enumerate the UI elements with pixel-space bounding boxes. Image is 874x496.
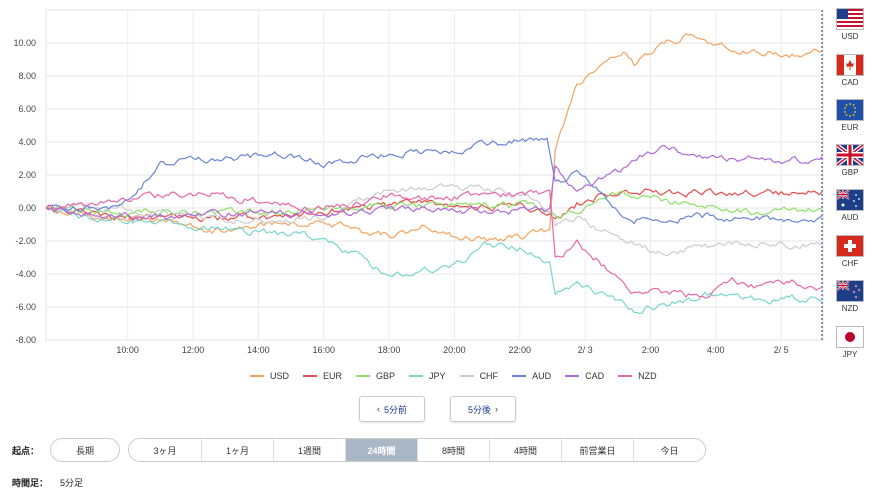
flag-code: USD: [841, 32, 859, 41]
flag-gbp-button[interactable]: GBP: [834, 144, 866, 177]
flag-nzd-button[interactable]: NZD: [834, 280, 866, 313]
legend-item-jpy[interactable]: JPY: [409, 369, 446, 383]
start-point-option[interactable]: 1週間: [273, 439, 345, 461]
legend-swatch: [250, 375, 264, 377]
flag-code: CAD: [841, 78, 859, 87]
legend-label: CHF: [479, 371, 499, 381]
legend-swatch: [512, 375, 527, 377]
flag-chf-button[interactable]: CHF: [834, 235, 866, 268]
start-point-option[interactable]: 24時間: [345, 439, 417, 461]
x-tick-label: 22:00: [509, 345, 532, 355]
y-tick-label: 10.00: [13, 38, 36, 48]
legend-item-gbp[interactable]: GBP: [356, 369, 395, 383]
legend-swatch: [356, 375, 371, 377]
legend-swatch: [409, 375, 424, 377]
start-point-option[interactable]: 4時間: [489, 439, 561, 461]
flag-jpy-button[interactable]: JPY: [834, 326, 866, 359]
prev-5min-label: 5分前: [383, 404, 407, 415]
flag-code: AUD: [841, 213, 859, 222]
x-tick-label: 2/ 5: [774, 345, 789, 355]
legend-swatch: [459, 375, 474, 377]
start-point-option[interactable]: 前営業日: [561, 439, 633, 461]
jpy-flag-icon: [836, 326, 864, 348]
flag-code: GBP: [841, 168, 859, 177]
legend-item-cad[interactable]: CAD: [565, 369, 604, 383]
legend-label: AUD: [532, 371, 552, 381]
flag-eur-button[interactable]: EUR: [834, 99, 866, 132]
y-tick-label: 4.00: [18, 137, 36, 147]
x-tick-label: 20:00: [443, 345, 466, 355]
aud-flag-icon: [836, 189, 864, 211]
legend-swatch: [618, 375, 633, 377]
eur-flag-icon: [836, 99, 864, 121]
y-tick-label: -8.00: [15, 335, 36, 345]
y-tick-label: -2.00: [15, 236, 36, 246]
y-axis-ticks: 10.00 8.00 6.00 4.00 2.00 0.00 -2.00 -4.00 -6.00…: [13, 38, 36, 345]
flag-usd-button[interactable]: USD: [834, 8, 866, 41]
nzd-flag-icon: [836, 280, 864, 302]
y-tick-label: 2.00: [18, 170, 36, 180]
legend-label: GBP: [376, 371, 396, 381]
legend-item-chf[interactable]: CHF: [459, 369, 499, 383]
start-point-option[interactable]: 8時間: [417, 439, 489, 461]
x-tick-label: 12:00: [182, 345, 205, 355]
legend-label: EUR: [323, 371, 343, 381]
next-5min-label: 5分後: [467, 404, 491, 415]
long-term-button[interactable]: 長期: [50, 438, 120, 462]
x-tick-label: 10:00: [116, 345, 139, 355]
legend-item-eur[interactable]: EUR: [303, 369, 342, 383]
chevron-right-icon: ›: [495, 404, 498, 414]
next-5min-button[interactable]: 5分後 ›: [450, 396, 516, 422]
legend-label: CAD: [585, 371, 605, 381]
flag-code: EUR: [841, 123, 859, 132]
legend-label: NZD: [638, 371, 657, 381]
flag-cad-button[interactable]: CAD: [834, 54, 866, 87]
legend-label: JPY: [429, 371, 446, 381]
x-axis-ticks: 10:00 12:00 14:00 16:00 18:00 20:00 22:00 2/ 3 2…: [116, 345, 788, 355]
x-tick-label: 2/ 3: [578, 345, 593, 355]
flag-code: NZD: [841, 304, 859, 313]
legend-item-nzd[interactable]: NZD: [618, 369, 657, 383]
x-tick-label: 2:00: [642, 345, 660, 355]
y-tick-label: 8.00: [18, 71, 36, 81]
x-tick-label: 16:00: [312, 345, 335, 355]
legend-item-aud[interactable]: AUD: [512, 369, 551, 383]
gbp-flag-icon: [836, 144, 864, 166]
y-tick-label: -4.00: [15, 269, 36, 279]
legend-swatch: [303, 375, 318, 377]
legend-item-usd[interactable]: USD: [250, 369, 289, 383]
flag-aud-button[interactable]: AUD: [834, 189, 866, 222]
y-tick-label: 0.00: [18, 203, 36, 213]
usd-flag-icon: [836, 8, 864, 30]
chart-legend: USD EUR GBP JPY CHF AUD CAD NZD: [250, 369, 671, 383]
chart: 10.00 8.00 6.00 4.00 2.00 0.00 -2.00 -4.00 -6.00…: [13, 9, 824, 355]
chf-flag-icon: [836, 235, 864, 257]
cad-flag-icon: [836, 54, 864, 76]
y-tick-label: 6.00: [18, 104, 36, 114]
start-point-selector: 3ヶ月 1ヶ月 1週間 24時間 8時間 4時間 前営業日 今日: [128, 438, 706, 462]
y-tick-label: -6.00: [15, 302, 36, 312]
x-tick-label: 14:00: [247, 345, 270, 355]
legend-label: USD: [270, 371, 290, 381]
flag-code: JPY: [842, 350, 858, 359]
x-tick-label: 18:00: [378, 345, 401, 355]
start-point-option[interactable]: 3ヶ月: [129, 439, 201, 461]
x-tick-label: 4:00: [707, 345, 725, 355]
legend-swatch: [565, 375, 580, 377]
start-point-label: 起点：: [12, 446, 40, 456]
timeframe-label: 時間足：: [12, 478, 49, 488]
timeframe-value: 5分足: [60, 478, 84, 488]
chevron-left-icon: ‹: [376, 404, 380, 414]
prev-5min-button[interactable]: ‹ 5分前: [359, 396, 425, 422]
start-point-option[interactable]: 1ヶ月: [201, 439, 273, 461]
start-point-option[interactable]: 今日: [633, 439, 705, 461]
flag-code: CHF: [841, 259, 859, 268]
